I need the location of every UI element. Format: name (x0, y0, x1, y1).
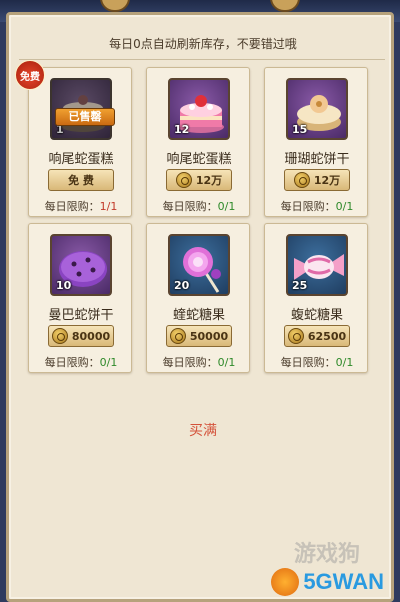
item-name: 蝰蛇糖果 (172, 308, 225, 323)
coin-icon (175, 172, 192, 188)
buy-button[interactable]: 50000 (166, 325, 232, 347)
shop-item-card[interactable]: 20 蝰蛇糖果 50000 每日限购：0/1 (146, 223, 250, 373)
item-quantity: 25 (292, 279, 308, 292)
item-name: 曼巴蛇饼干 (48, 308, 114, 323)
sold-out-tag: 已售罄 (55, 108, 115, 126)
item-name: 响尾蛇蛋糕 (166, 152, 232, 167)
item-icon: 20 (168, 234, 230, 296)
free-badge: 免费 (15, 60, 45, 90)
price-label: 12万 (195, 174, 223, 187)
item-icon: 12 (168, 78, 230, 140)
price-label: 12万 (313, 174, 341, 187)
daily-limit-value: 0/1 (217, 356, 236, 369)
shop-panel: 每日0点自动刷新库存，不要错过哦 免费 1 已售罄 响尾蛇蛋糕 免 费 每日限购… (6, 12, 394, 602)
watermark-text: 5GWAN (303, 569, 384, 594)
watermark-cn: 游戏狗 (293, 542, 360, 567)
daily-limit-value: 0/1 (99, 356, 118, 369)
refresh-hint: 每日0点自动刷新库存，不要错过哦 (109, 37, 297, 51)
buy-full-text: 买满 (189, 423, 217, 439)
buy-button[interactable]: 62500 (284, 325, 350, 347)
daily-limit: 每日限购：0/1 (147, 198, 251, 214)
shop-item-card[interactable]: 10 曼巴蛇饼干 80000 每日限购：0/1 (28, 223, 132, 373)
daily-limit-label: 每日限购： (162, 356, 218, 369)
item-quantity: 20 (174, 279, 190, 292)
daily-limit: 每日限购：0/1 (147, 354, 251, 370)
daily-limit: 每日限购：0/1 (265, 354, 369, 370)
item-name: 珊瑚蛇饼干 (284, 152, 350, 167)
price-label: 免 费 (68, 174, 94, 187)
daily-limit-value: 1/1 (99, 200, 118, 213)
price-label: 80000 (71, 329, 111, 343)
shop-item-card[interactable]: 免费 1 已售罄 响尾蛇蛋糕 免 费 每日限购：1/1 (15, 60, 133, 217)
coin-icon (287, 328, 304, 344)
divider (19, 59, 385, 60)
daily-limit-label: 每日限购： (280, 356, 336, 369)
daily-limit-label: 每日限购： (280, 200, 336, 213)
daily-limit: 每日限购：1/1 (29, 198, 133, 214)
shop-item-card[interactable]: 25 蝮蛇糖果 62500 每日限购：0/1 (264, 223, 368, 373)
coin-icon (293, 172, 310, 188)
item-quantity: 10 (56, 279, 72, 292)
daily-limit-label: 每日限购： (162, 200, 218, 213)
shop-item-card[interactable]: 12 响尾蛇蛋糕 12万 每日限购：0/1 (146, 67, 250, 217)
item-grid: 免费 1 已售罄 响尾蛇蛋糕 免 费 每日限购：1/1 12 响尾蛇蛋糕 12万… (15, 60, 368, 373)
price-label: 62500 (307, 329, 347, 343)
daily-limit-value: 0/1 (217, 200, 236, 213)
buy-button[interactable]: 12万 (166, 169, 232, 191)
item-name: 蝮蛇糖果 (290, 308, 343, 323)
item-name: 响尾蛇蛋糕 (48, 152, 114, 167)
watermark-logo-icon (271, 568, 300, 596)
daily-limit-value: 0/1 (335, 200, 354, 213)
daily-limit-label: 每日限购： (44, 356, 100, 369)
item-icon: 25 (286, 234, 348, 296)
daily-limit-value: 0/1 (335, 356, 354, 369)
price-label: 50000 (189, 329, 229, 343)
daily-limit: 每日限购：0/1 (265, 198, 369, 214)
coin-icon (51, 328, 68, 344)
coin-icon (169, 328, 186, 344)
daily-limit-label: 每日限购： (44, 200, 100, 213)
buy-button[interactable]: 12万 (284, 169, 350, 191)
item-icon: 10 (50, 234, 112, 296)
item-icon: 15 (286, 78, 348, 140)
watermark: 5GWAN (271, 568, 384, 596)
item-quantity: 15 (292, 123, 308, 136)
daily-limit: 每日限购：0/1 (29, 354, 133, 370)
item-quantity: 12 (174, 123, 190, 136)
shop-item-card[interactable]: 15 珊瑚蛇饼干 12万 每日限购：0/1 (264, 67, 368, 217)
buy-button[interactable]: 80000 (48, 325, 114, 347)
free-claim-button[interactable]: 免 费 (48, 169, 114, 191)
